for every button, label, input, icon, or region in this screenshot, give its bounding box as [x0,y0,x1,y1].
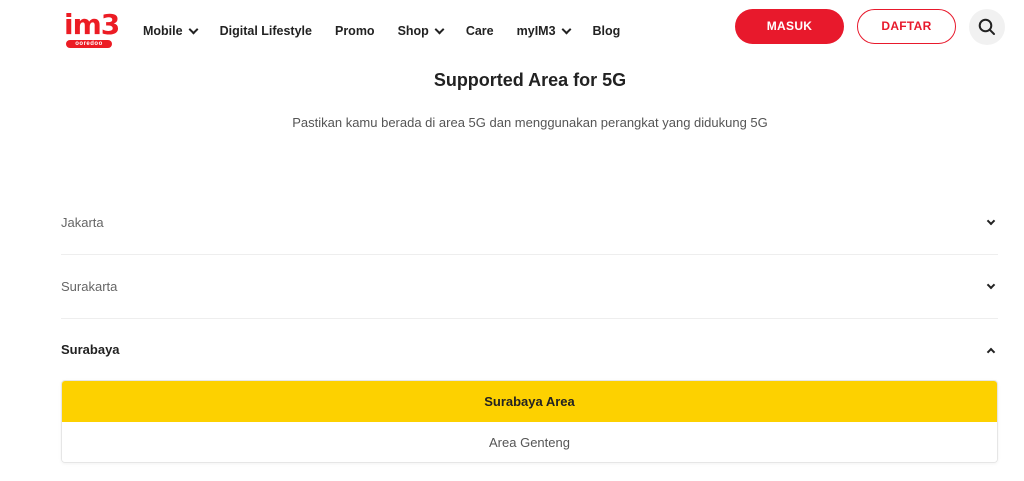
accordion-surakarta[interactable]: Surakarta [61,255,998,319]
nav-item-label: Blog [592,24,621,38]
nav-item-label: Mobile [143,24,183,38]
search-icon [978,18,995,35]
site-header: im3 ooredoo Mobile Digital Lifestyle Pro… [0,0,1024,58]
nav-item-label: Digital Lifestyle [219,24,312,38]
register-button[interactable]: DAFTAR [857,9,956,44]
chevron-down-icon [188,24,199,34]
nav-item-label: Care [465,24,494,38]
chevron-down-icon [986,280,996,290]
accordion-label: Surakarta [61,279,118,294]
chevron-down-icon [561,24,571,34]
nav-item-label: myIM3 [516,24,556,38]
im3-logo[interactable]: im3 ooredoo [64,11,120,49]
area-list-item: Area Genteng [62,422,997,462]
surabaya-area-panel: Surabaya Area Area Genteng [61,380,998,463]
nav-item-mobile[interactable]: Mobile [143,24,199,38]
main-nav: Mobile Digital Lifestyle Promo Shop Care… [143,22,643,40]
nav-item-label: Shop [397,24,429,38]
nav-item-blog[interactable]: Blog [593,24,621,38]
accordion-surabaya[interactable]: Surabaya [61,318,998,382]
chevron-down-icon [434,24,445,34]
nav-item-digital-lifestyle[interactable]: Digital Lifestyle [220,24,312,38]
chevron-up-icon [986,347,996,357]
page-title: Supported Area for 5G [433,70,627,90]
accordion-jakarta[interactable]: Jakarta [61,191,998,255]
nav-item-label: Promo [334,24,375,38]
accordion-label: Jakarta [61,215,104,230]
nav-item-care[interactable]: Care [466,24,494,38]
logo-sub-wordmark: ooredoo [66,40,112,48]
nav-item-shop[interactable]: Shop [397,24,445,38]
nav-item-myim3[interactable]: myIM3 [516,24,571,38]
nav-item-promo[interactable]: Promo [335,24,375,38]
search-button[interactable] [969,9,1005,45]
login-button[interactable]: MASUK [735,9,844,44]
chevron-down-icon [986,216,996,226]
logo-wordmark: im3 [64,8,120,41]
area-panel-header: Surabaya Area [62,381,997,422]
accordion-label: Surabaya [61,342,120,357]
page-subtitle: Pastikan kamu berada di area 5G dan meng… [292,115,768,130]
